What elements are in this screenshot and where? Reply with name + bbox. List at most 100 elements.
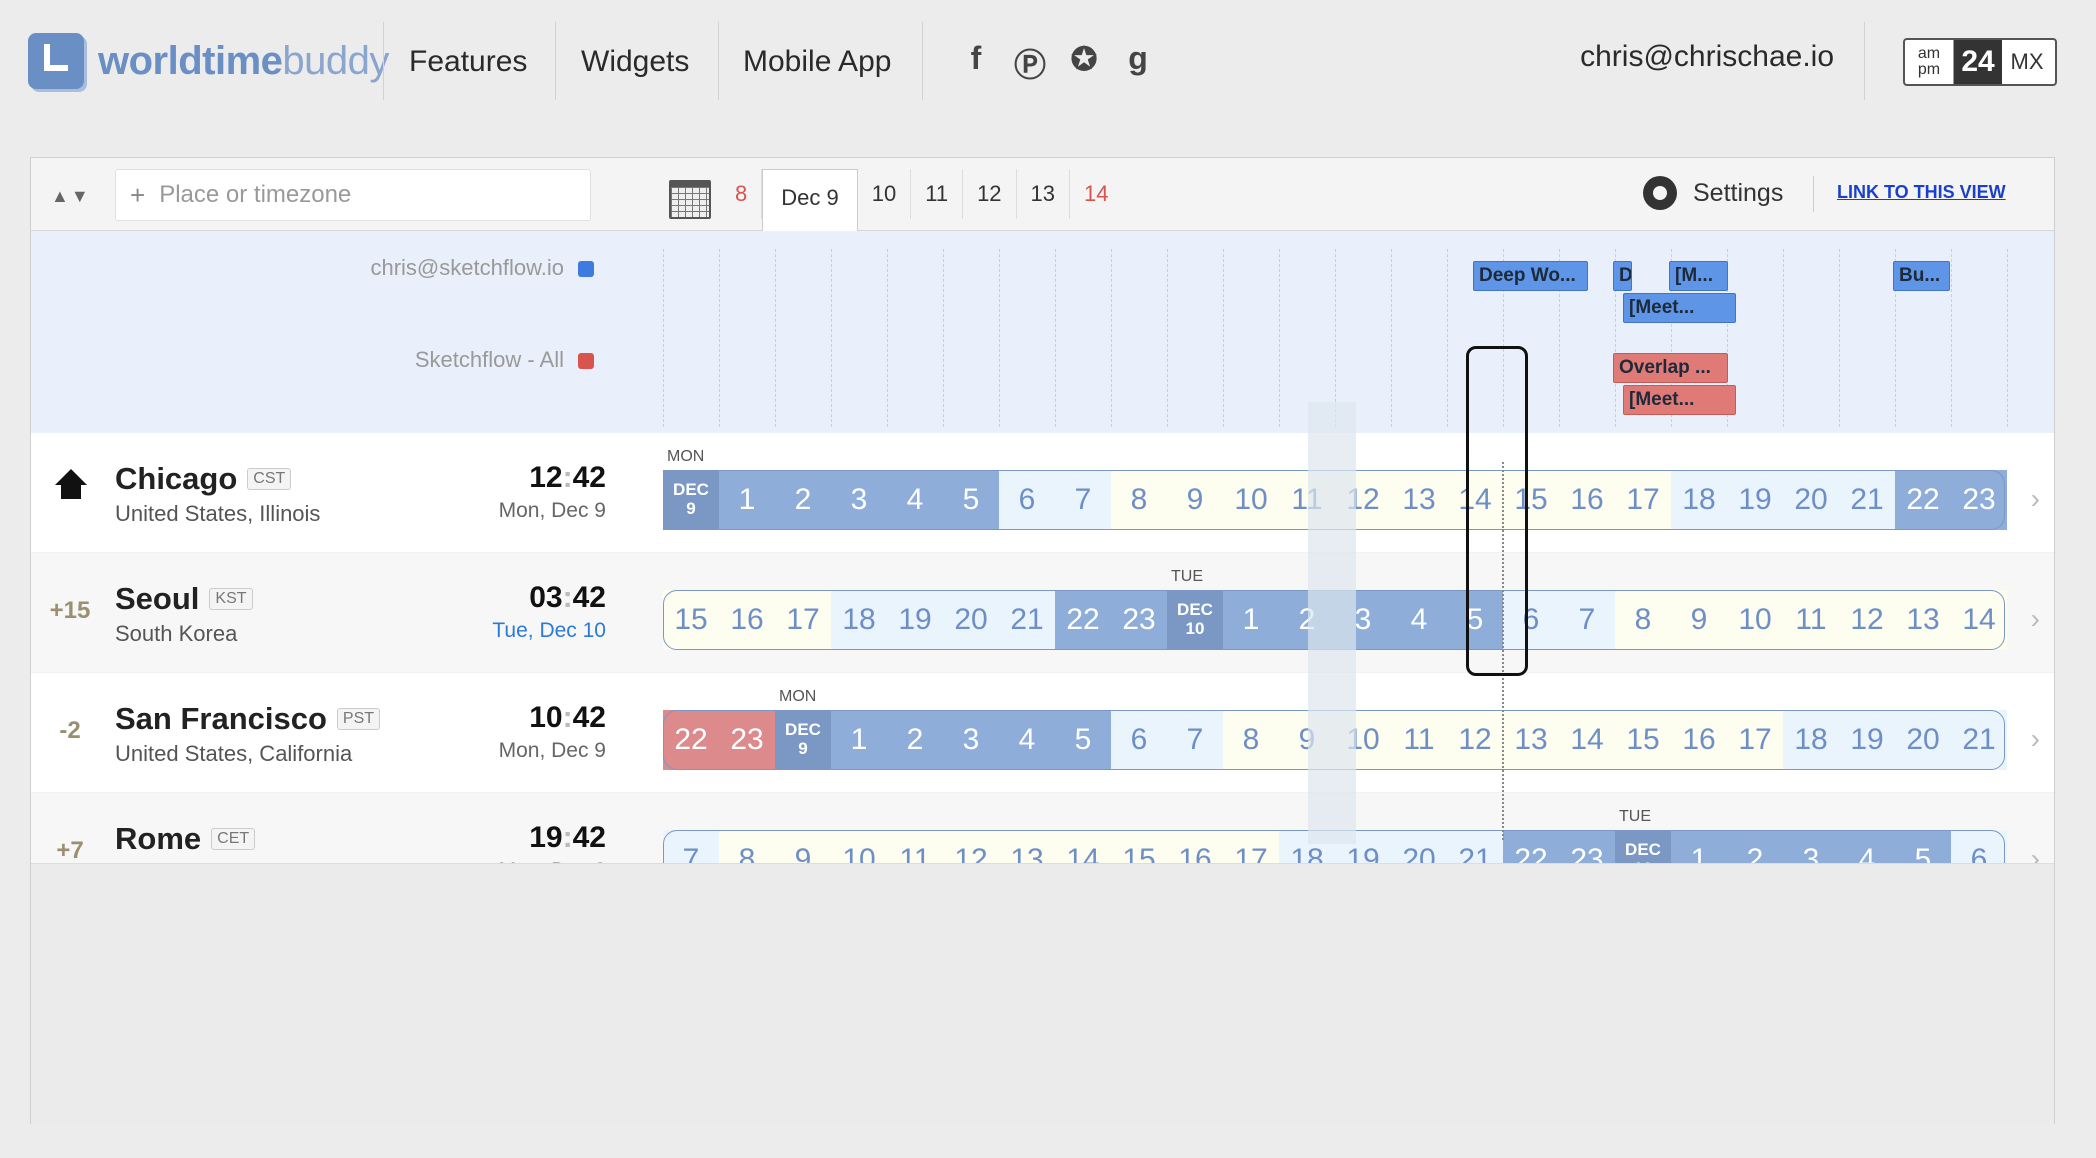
logo[interactable]: worldtimebuddy	[28, 26, 389, 96]
hour-cell[interactable]: 14	[1447, 470, 1503, 530]
hour-cell[interactable]: 7	[1055, 470, 1111, 530]
hour-cell[interactable]: 10	[1727, 590, 1783, 650]
hour-cell[interactable]: DEC 9	[663, 470, 719, 530]
day-tab[interactable]: 12	[963, 169, 1017, 219]
day-tab[interactable]: 13	[1017, 169, 1071, 219]
hour-cell[interactable]: 19	[1839, 710, 1895, 770]
sort-arrows-icon[interactable]: ▲▼	[51, 186, 91, 207]
hour-cell[interactable]: 4	[999, 710, 1055, 770]
hour-cell[interactable]: 20	[1895, 710, 1951, 770]
link-to-this-view[interactable]: LINK TO THIS VIEW	[1837, 182, 2006, 203]
calendar-icon[interactable]	[669, 180, 711, 219]
day-tab[interactable]: 14	[1070, 169, 1122, 219]
hour-cell[interactable]: 2	[887, 710, 943, 770]
hour-cell[interactable]: 20	[1783, 470, 1839, 530]
hour-cell[interactable]: 7	[1559, 590, 1615, 650]
city-name[interactable]: San Francisco PST	[115, 701, 381, 737]
hour-cell[interactable]: 8	[1111, 470, 1167, 530]
facebook-icon[interactable]: f	[960, 40, 992, 86]
hour-cell[interactable]: 5	[943, 470, 999, 530]
hour-cell[interactable]: 18	[831, 590, 887, 650]
hour-cell[interactable]: 11	[1391, 710, 1447, 770]
nav-widgets[interactable]: Widgets	[581, 22, 689, 102]
hour-cell[interactable]: 3	[943, 710, 999, 770]
day-tab-active[interactable]: Dec 9	[762, 169, 858, 231]
hour-cell[interactable]: 15	[663, 590, 719, 650]
hour-cell[interactable]: 9	[1671, 590, 1727, 650]
hour-cell[interactable]: 13	[1503, 710, 1559, 770]
timezone-row[interactable]: +15 Seoul KST South Korea 03:42 Tue, Dec 10 15…	[31, 553, 2054, 672]
calendar-event[interactable]: Bu...	[1893, 261, 1950, 291]
hour-cell[interactable]: 12	[1839, 590, 1895, 650]
hour-cell[interactable]: 7	[1167, 710, 1223, 770]
hour-cell[interactable]: 19	[1727, 470, 1783, 530]
hour-cell[interactable]: 4	[887, 470, 943, 530]
hour-cell[interactable]: 22	[1055, 590, 1111, 650]
calendar-event[interactable]: Deep Wo...	[1473, 261, 1588, 291]
hour-cell[interactable]: 14	[1559, 710, 1615, 770]
hour-cell[interactable]: 6	[1503, 590, 1559, 650]
hour-cell[interactable]: 15	[1615, 710, 1671, 770]
chevron-right-icon[interactable]: ›	[2031, 723, 2040, 755]
hour-cell[interactable]: 23	[1111, 590, 1167, 650]
hour-cell[interactable]: 17	[1727, 710, 1783, 770]
hour-cell[interactable]: 5	[1055, 710, 1111, 770]
hour-cell[interactable]: 22	[663, 710, 719, 770]
city-name[interactable]: Chicago CST	[115, 461, 292, 497]
calendar-event[interactable]: [Meet...	[1623, 385, 1736, 415]
calendar-label[interactable]: chris@sketchflow.io	[370, 255, 594, 281]
calendar-event[interactable]: Overlap ...	[1613, 353, 1728, 383]
user-email[interactable]: chris@chrischae.io	[1580, 40, 1834, 74]
day-tab[interactable]: 11	[911, 169, 964, 219]
hour-cell[interactable]: 22	[1895, 470, 1951, 530]
hour-cell[interactable]: 19	[887, 590, 943, 650]
hour-cell[interactable]: 10	[1223, 470, 1279, 530]
nav-features[interactable]: Features	[409, 22, 527, 102]
hour-cell[interactable]: 13	[1391, 470, 1447, 530]
hour-cell[interactable]: 16	[1559, 470, 1615, 530]
hour-cell[interactable]: 20	[943, 590, 999, 650]
hour-cell[interactable]: 21	[999, 590, 1055, 650]
calendar-event[interactable]: D	[1613, 261, 1632, 291]
hour-cell[interactable]: 23	[1951, 470, 2007, 530]
hour-cell[interactable]: 12	[1447, 710, 1503, 770]
hour-cell[interactable]: 21	[1839, 470, 1895, 530]
hour-cell[interactable]: 3	[831, 470, 887, 530]
google-plus-icon[interactable]: g	[1122, 40, 1154, 86]
place-search-input[interactable]	[157, 180, 562, 210]
hour-cell[interactable]: 8	[1223, 710, 1279, 770]
hour-cell[interactable]: 18	[1783, 710, 1839, 770]
hour-cell[interactable]: 8	[1615, 590, 1671, 650]
hour-cell[interactable]: 1	[831, 710, 887, 770]
home-icon[interactable]	[55, 469, 87, 501]
ampm-button[interactable]: am pm	[1905, 40, 1954, 84]
chevron-right-icon[interactable]: ›	[2031, 603, 2040, 635]
hour-cell[interactable]: 16	[1671, 710, 1727, 770]
twitter-icon[interactable]: ✪	[1068, 40, 1100, 86]
hour-cell[interactable]: 5	[1447, 590, 1503, 650]
calendar-label[interactable]: Sketchflow - All	[415, 347, 594, 373]
hour-cell[interactable]: 13	[1895, 590, 1951, 650]
pinterest-icon[interactable]: Ⓟ	[1014, 40, 1046, 86]
hour-cell[interactable]: 1	[1223, 590, 1279, 650]
hour-cell[interactable]: 1	[719, 470, 775, 530]
calendar-event[interactable]: [M...	[1669, 261, 1728, 291]
hour-cell[interactable]: 6	[1111, 710, 1167, 770]
city-name[interactable]: Seoul KST	[115, 581, 253, 617]
day-tab[interactable]: 8	[721, 169, 763, 219]
hour-cell[interactable]: 17	[1615, 470, 1671, 530]
hour-cell[interactable]: 16	[719, 590, 775, 650]
hour-cell[interactable]: DEC10	[1167, 590, 1223, 650]
mx-button[interactable]: MX	[2002, 40, 2052, 84]
24h-button[interactable]: 24	[1954, 40, 2002, 84]
nav-mobile-app[interactable]: Mobile App	[743, 22, 891, 102]
hour-cell[interactable]: 14	[1951, 590, 2007, 650]
timezone-row[interactable]: Chicago CST United States, Illinois 12:42 Mo…	[31, 433, 2054, 552]
hour-cell[interactable]: 2	[775, 470, 831, 530]
hour-cell[interactable]: 11	[1783, 590, 1839, 650]
hour-cell[interactable]: 4	[1391, 590, 1447, 650]
hour-cell[interactable]: 21	[1951, 710, 2007, 770]
hour-cell[interactable]: 23	[719, 710, 775, 770]
settings-button[interactable]: Settings	[1639, 172, 1783, 214]
chevron-right-icon[interactable]: ›	[2031, 483, 2040, 515]
